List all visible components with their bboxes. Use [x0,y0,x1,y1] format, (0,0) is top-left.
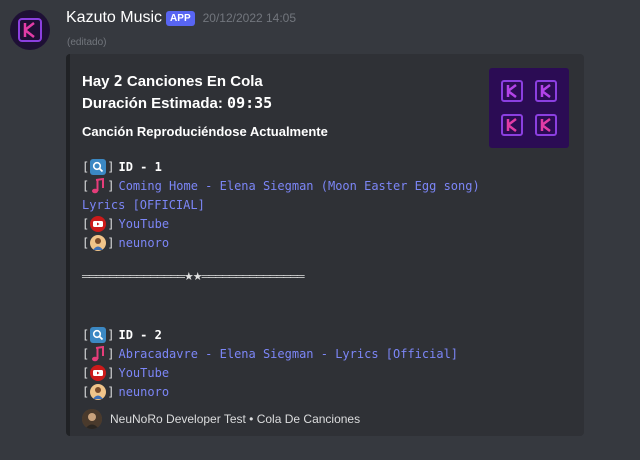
youtube-icon [90,365,107,381]
track-2-title-link[interactable]: Abracadavre - Elena Siegman - Lyrics [Of… [118,347,458,361]
embed-footer: NeuNoRo Developer Test • Cola De Cancion… [82,409,360,429]
logo-cell [531,76,561,106]
kazuto-logo-icon [535,114,557,136]
track-1-title-link[interactable]: Coming Home - Elena Siegman (Moon Easter… [118,179,479,193]
logo-cell [497,76,527,106]
track-2-requester-link[interactable]: neunoro [118,385,169,399]
duration-value: 09:35 [227,94,273,112]
queue-count: 2 [113,72,123,90]
logo-cell [497,110,527,140]
bot-username[interactable]: Kazuto Music [66,9,162,27]
magnifier-icon [90,159,107,175]
track-1-id: ID - 1 [118,160,162,174]
track-1-source-link[interactable]: YouTube [118,217,169,231]
track-1-id-row: [ ] ID - 1 [82,159,162,175]
kazuto-logo-icon [501,80,523,102]
kazuto-logo-icon [501,114,523,136]
magnifier-icon [90,327,107,343]
music-note-icon [90,346,106,362]
track-1-title-link-cont[interactable]: Lyrics [OFFICIAL] [82,198,205,212]
music-note-icon [90,178,106,194]
queue-prefix: Hay [82,73,114,90]
user-avatar-icon [90,235,107,251]
track-1-title-row-2: Lyrics [OFFICIAL] [82,196,205,214]
track-1-requester-row: [ ] neunoro [82,235,170,251]
track-2-source-link[interactable]: YouTube [118,366,169,380]
youtube-icon [90,216,107,232]
divider: ═══════════════★★═══════════════ [82,271,305,283]
timestamp: 20/12/2022 14:05 [202,11,297,25]
kazuto-logo-icon [535,80,557,102]
track-2-id: ID - 2 [118,328,162,342]
edited-label: (editado) [67,37,107,48]
track-1-title-row: [ ] Coming Home - Elena Siegman (Moon Ea… [82,178,480,194]
track-2-requester-row: [ ] neunoro [82,384,170,400]
queue-suffix: Canciones En Cola [122,73,263,90]
footer-avatar [82,409,102,429]
track-2-title-row: [ ] Abracadavre - Elena Siegman - Lyrics… [82,346,459,362]
duration-label: Duración Estimada: [82,95,228,112]
footer-text: NeuNoRo Developer Test • Cola De Cancion… [110,412,361,426]
track-1-requester-link[interactable]: neunoro [118,236,169,250]
bot-avatar[interactable] [10,10,50,50]
app-tag: APP [166,10,195,26]
embed-thumbnail[interactable] [489,68,569,148]
now-playing-heading: Canción Reproduciéndose Actualmente [82,124,328,139]
track-2-id-row: [ ] ID - 2 [82,327,162,343]
logo-cell [531,110,561,140]
message: Kazuto Music APP 20/12/2022 14:05 (edita… [0,0,640,460]
message-header: Kazuto Music APP 20/12/2022 14:05 [66,9,296,27]
track-2-source-row: [ ] YouTube [82,365,170,381]
queue-count-title: Hay 2 Canciones En Cola [82,72,263,90]
queue-embed: Hay 2 Canciones En Cola Duración Estimad… [66,54,584,436]
kazuto-logo-icon [18,18,42,42]
user-avatar-icon [90,384,107,400]
duration-title: Duración Estimada: 09:35 [82,94,272,112]
track-1-source-row: [ ] YouTube [82,216,170,232]
